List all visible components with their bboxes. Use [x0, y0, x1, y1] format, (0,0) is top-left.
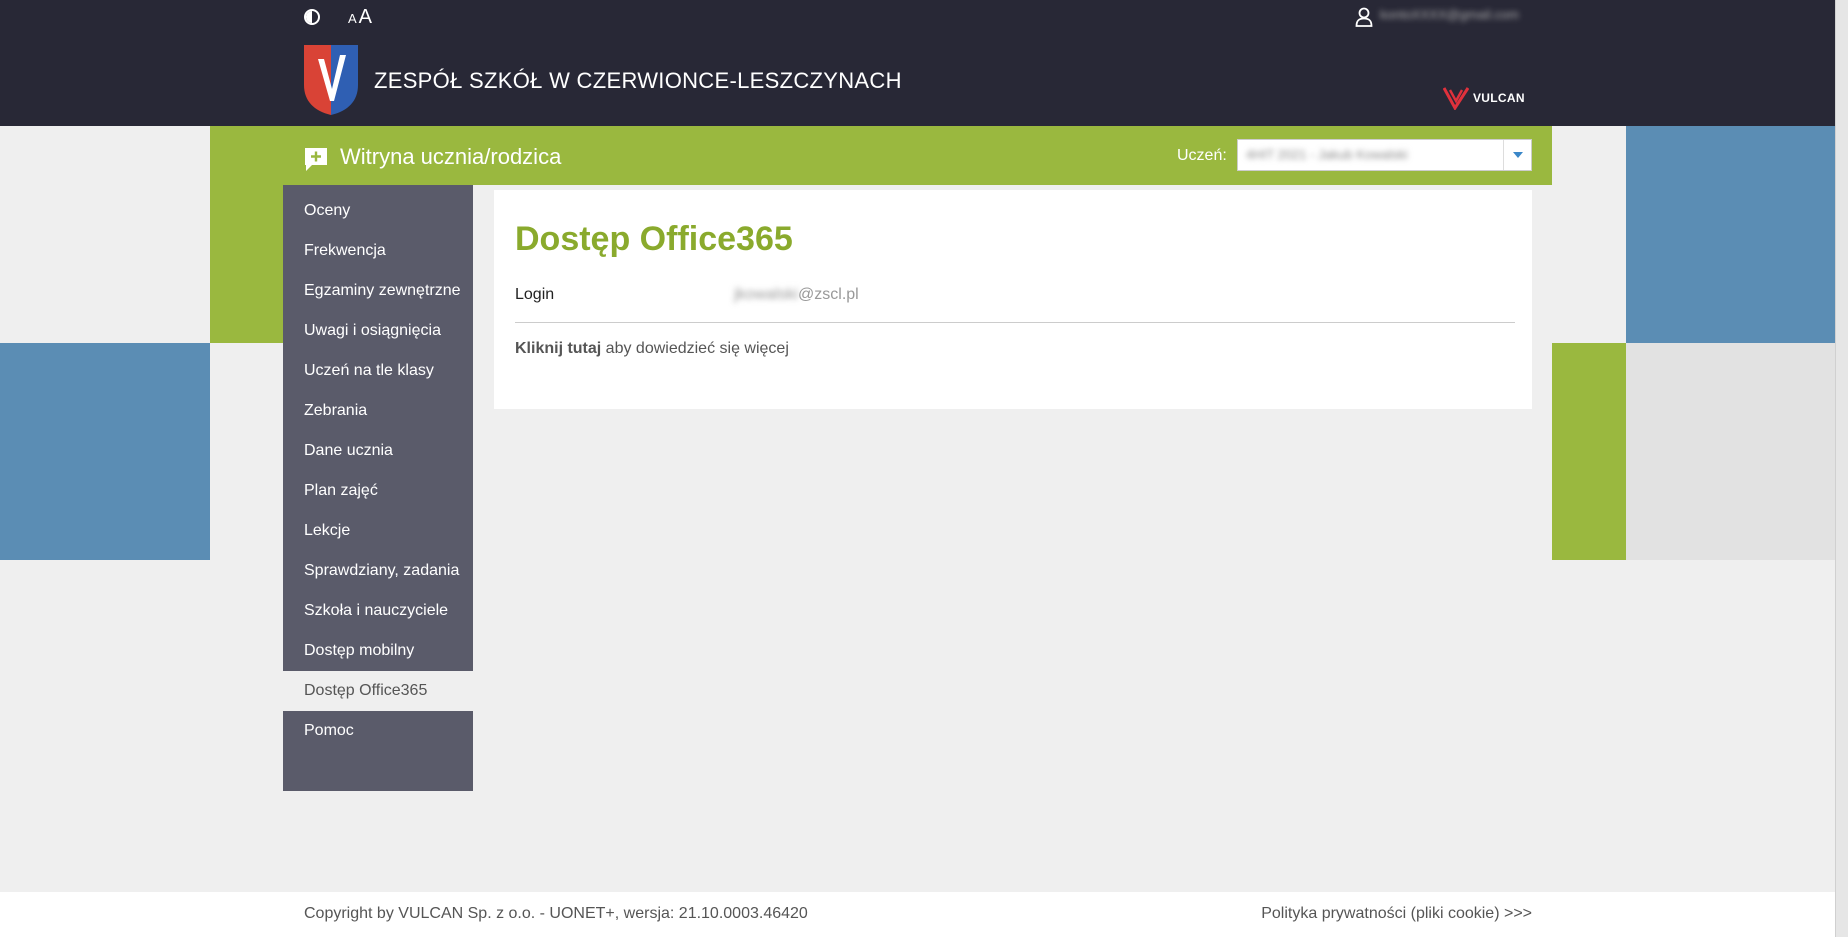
vulcan-logo-icon — [1443, 87, 1469, 110]
sidebar-item-frekwencja[interactable]: Frekwencja — [283, 231, 473, 271]
school-logo-icon — [304, 45, 358, 115]
login-domain: @zscl.pl — [798, 286, 859, 303]
sidebar-item-dostep-office365[interactable]: Dostęp Office365 — [283, 671, 473, 711]
login-value: jkowalski@zscl.pl — [734, 286, 859, 304]
student-select[interactable]: 4HIT 2021 - Jakub Kowalski — [1237, 139, 1532, 171]
sidebar-item-egzaminy[interactable]: Egzaminy zewnętrzne — [283, 271, 473, 311]
font-size-switcher[interactable]: AA — [348, 6, 372, 29]
decor-grey-right — [1626, 343, 1835, 560]
office365-card: Dostęp Office365 Login jkowalski@zscl.pl… — [494, 190, 1532, 409]
user-account-name[interactable]: kontoXXXX@gmail.com — [1380, 7, 1533, 25]
sidebar-item-sprawdziany[interactable]: Sprawdziany, zadania — [283, 551, 473, 591]
sidebar-item-zebrania[interactable]: Zebrania — [283, 391, 473, 431]
sidebar-item-pomoc[interactable]: Pomoc — [283, 711, 473, 751]
privacy-policy-link[interactable]: Polityka prywatności (pliki cookie) >>> — [1261, 905, 1532, 923]
page-title: Dostęp Office365 — [515, 220, 793, 258]
font-size-small[interactable]: A — [348, 11, 357, 26]
login-user: jkowalski — [734, 286, 799, 303]
sidebar-item-oceny[interactable]: Oceny — [283, 191, 473, 231]
login-label: Login — [515, 286, 555, 303]
school-name: ZESPÓŁ SZKÓŁ W CZERWIONCE-LESZCZYNACH — [374, 68, 902, 93]
font-size-big[interactable]: A — [359, 6, 372, 28]
page-scrollbar[interactable] — [1835, 0, 1848, 937]
footer: Copyright by VULCAN Sp. z o.o. - UONET+,… — [0, 892, 1835, 937]
sidebar-item-uwagi[interactable]: Uwagi i osiągnięcia — [283, 311, 473, 351]
more-info-link[interactable]: Kliknij tutaj — [515, 340, 601, 357]
decor-green-right — [1552, 343, 1626, 560]
divider — [515, 322, 1515, 323]
app-title: Witryna ucznia/rodzica — [340, 144, 562, 169]
chat-plus-icon — [305, 148, 327, 171]
sidebar-item-dane-ucznia[interactable]: Dane ucznia — [283, 431, 473, 471]
sidebar-item-szkola[interactable]: Szkoła i nauczyciele — [283, 591, 473, 631]
top-header — [0, 0, 1835, 126]
sidebar-item-dostep-mobilny[interactable]: Dostęp mobilny — [283, 631, 473, 671]
sidebar-item-lekcje[interactable]: Lekcje — [283, 511, 473, 551]
sidebar: Oceny Frekwencja Egzaminy zewnętrzne Uwa… — [283, 185, 473, 791]
decor-green-left — [210, 185, 283, 343]
decor-blue-right — [1626, 126, 1835, 343]
copyright-text: Copyright by VULCAN Sp. z o.o. - UONET+,… — [304, 905, 808, 922]
vulcan-logo-text: VULCAN — [1473, 91, 1525, 105]
more-info-suffix: aby dowiedzieć się więcej — [601, 340, 789, 357]
more-info-text: Kliknij tutaj aby dowiedzieć się więcej — [515, 340, 789, 358]
decor-blue-left — [0, 343, 210, 560]
contrast-toggle-icon[interactable] — [304, 9, 320, 25]
sidebar-item-plan-zajec[interactable]: Plan zajęć — [283, 471, 473, 511]
vulcan-logo: VULCAN — [1443, 86, 1525, 110]
chevron-down-icon[interactable] — [1503, 140, 1531, 170]
user-icon[interactable] — [1355, 7, 1373, 27]
student-select-value: 4HIT 2021 - Jakub Kowalski — [1246, 147, 1408, 162]
sidebar-item-uczen-na-tle-klasy[interactable]: Uczeń na tle klasy — [283, 351, 473, 391]
student-select-label: Uczeń: — [1177, 147, 1227, 164]
